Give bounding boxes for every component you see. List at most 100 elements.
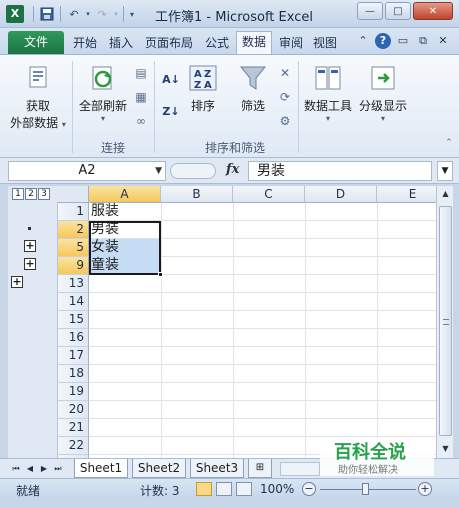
horizontal-scrollbar[interactable] <box>280 462 320 476</box>
cell-a[interactable] <box>89 401 161 419</box>
sheet-tab-sheet3[interactable]: Sheet3 <box>190 459 244 478</box>
worksheet-grid[interactable]: A B C D E 1 服装 2 男装 5 女装 9 童装 13 14 15 16 17 18 19 20 21… <box>58 186 436 458</box>
undo-dropdown-icon[interactable]: ▾ <box>84 5 92 23</box>
normal-view-icon[interactable] <box>196 482 212 496</box>
sheet-tab-sheet2[interactable]: Sheet2 <box>132 459 186 478</box>
vertical-scrollbar[interactable]: ▲ ▼ <box>436 186 453 458</box>
last-sheet-icon[interactable]: ⏭ <box>52 462 64 476</box>
tab-formulas[interactable]: 公式 <box>202 33 232 53</box>
column-header-b[interactable]: B <box>161 186 233 203</box>
tab-page-layout[interactable]: 页面布局 <box>142 33 196 53</box>
prev-sheet-icon[interactable]: ◀ <box>24 462 36 476</box>
redo-dropdown-icon[interactable]: ▾ <box>112 5 120 23</box>
page-layout-view-icon[interactable] <box>216 482 232 496</box>
workbook-minimize-icon[interactable]: ▭ <box>395 33 411 49</box>
outline-level-1-button[interactable]: 1 <box>12 188 24 200</box>
undo-icon[interactable]: ↶ <box>64 5 84 23</box>
advanced-filter-icon[interactable]: ⚙ <box>276 113 294 129</box>
select-all-corner[interactable] <box>58 186 89 203</box>
cell-a[interactable] <box>89 329 161 347</box>
sort-descending-icon[interactable]: Z↓ <box>160 103 182 119</box>
cell-a[interactable] <box>89 437 161 455</box>
cell-a[interactable]: 服装 <box>89 203 161 221</box>
row-header[interactable]: 5 <box>58 239 89 257</box>
tab-view[interactable]: 视图 <box>310 33 340 53</box>
row-header[interactable]: 16 <box>58 329 89 347</box>
minimize-button[interactable]: — <box>357 2 383 20</box>
row-header[interactable]: 1 <box>58 203 89 221</box>
cell-a[interactable] <box>89 347 161 365</box>
next-sheet-icon[interactable]: ▶ <box>38 462 50 476</box>
first-sheet-icon[interactable]: ⏮ <box>10 462 22 476</box>
row-header[interactable]: 9 <box>58 257 89 275</box>
cell-a[interactable] <box>89 293 161 311</box>
expand-group-icon[interactable]: + <box>24 240 36 252</box>
row-header[interactable]: 22 <box>58 437 89 455</box>
zoom-out-icon[interactable]: − <box>302 482 316 496</box>
column-header-a[interactable]: A <box>89 186 161 203</box>
help-icon[interactable]: ? <box>375 33 391 49</box>
column-header-d[interactable]: D <box>305 186 377 203</box>
cell-a[interactable] <box>89 365 161 383</box>
minimize-ribbon-icon[interactable]: ⌃ <box>355 33 371 49</box>
tab-insert[interactable]: 插入 <box>106 33 136 53</box>
workbook-close-icon[interactable]: ✕ <box>435 33 451 49</box>
formula-input[interactable]: 男装 <box>248 161 432 181</box>
scroll-down-icon[interactable]: ▼ <box>438 441 453 457</box>
page-break-view-icon[interactable] <box>236 482 252 496</box>
cell-a[interactable] <box>89 275 161 293</box>
clear-filter-icon[interactable]: ✕ <box>276 65 294 81</box>
zoom-level[interactable]: 100% <box>260 482 294 496</box>
sort-button[interactable]: AZZA 排序 <box>186 63 220 114</box>
outline-level-3-button[interactable]: 3 <box>38 188 50 200</box>
row-header[interactable]: 21 <box>58 419 89 437</box>
outline-button[interactable]: 分级显示 ▾ <box>356 63 410 123</box>
sheet-tab-sheet1[interactable]: Sheet1 <box>74 459 128 478</box>
workbook-restore-icon[interactable]: ⧉ <box>415 33 431 49</box>
outline-level-2-button[interactable]: 2 <box>25 188 37 200</box>
connections-icon[interactable]: ▤ <box>132 65 150 81</box>
column-header-c[interactable]: C <box>233 186 305 203</box>
row-header[interactable]: 17 <box>58 347 89 365</box>
cell-a[interactable] <box>89 311 161 329</box>
insert-function-icon[interactable]: fx <box>226 162 239 177</box>
get-external-data-button[interactable]: 获取 外部数据 ▾ <box>8 63 68 131</box>
name-box-dropdown-icon[interactable]: ▼ <box>155 162 162 180</box>
cell-a[interactable] <box>89 419 161 437</box>
scroll-thumb[interactable] <box>439 206 452 436</box>
tab-data[interactable]: 数据 <box>236 31 272 54</box>
fill-handle[interactable] <box>158 272 163 277</box>
ribbon-collapse-icon[interactable]: ⌃ <box>440 135 458 151</box>
zoom-in-icon[interactable]: + <box>418 482 432 496</box>
row-header[interactable]: 20 <box>58 401 89 419</box>
customize-qat-icon[interactable]: ▾ <box>127 5 137 23</box>
scroll-up-icon[interactable]: ▲ <box>438 186 453 202</box>
cell-a[interactable] <box>89 383 161 401</box>
close-button[interactable]: ✕ <box>413 2 453 20</box>
row-header[interactable]: 14 <box>58 293 89 311</box>
data-tools-button[interactable]: 数据工具 ▾ <box>302 63 354 123</box>
row-header[interactable]: 18 <box>58 365 89 383</box>
maximize-button[interactable]: □ <box>385 2 411 20</box>
row-header[interactable]: 15 <box>58 311 89 329</box>
column-header-e[interactable]: E <box>377 186 436 203</box>
filter-button[interactable]: 筛选 <box>236 63 270 114</box>
tab-review[interactable]: 审阅 <box>276 33 306 53</box>
sort-ascending-icon[interactable]: A↓ <box>160 71 182 87</box>
excel-app-icon[interactable]: X <box>6 5 24 23</box>
name-box[interactable]: A2 ▼ <box>8 161 166 181</box>
reapply-filter-icon[interactable]: ⟳ <box>276 89 294 105</box>
tab-file[interactable]: 文件 <box>8 31 64 54</box>
expand-group-icon[interactable]: + <box>24 258 36 270</box>
row-header[interactable]: 13 <box>58 275 89 293</box>
expand-formula-bar-icon[interactable]: ▼ <box>437 161 453 181</box>
row-header[interactable]: 19 <box>58 383 89 401</box>
edit-links-icon[interactable]: ∞ <box>132 113 150 129</box>
tab-home[interactable]: 开始 <box>70 33 100 53</box>
zoom-slider-thumb[interactable] <box>362 483 369 495</box>
save-icon[interactable] <box>37 5 57 23</box>
insert-sheet-icon[interactable]: ⊞ <box>248 459 272 478</box>
refresh-all-button[interactable]: 全部刷新 ▾ <box>76 63 130 123</box>
properties-icon[interactable]: ▦ <box>132 89 150 105</box>
expand-group-icon[interactable]: + <box>11 276 23 288</box>
